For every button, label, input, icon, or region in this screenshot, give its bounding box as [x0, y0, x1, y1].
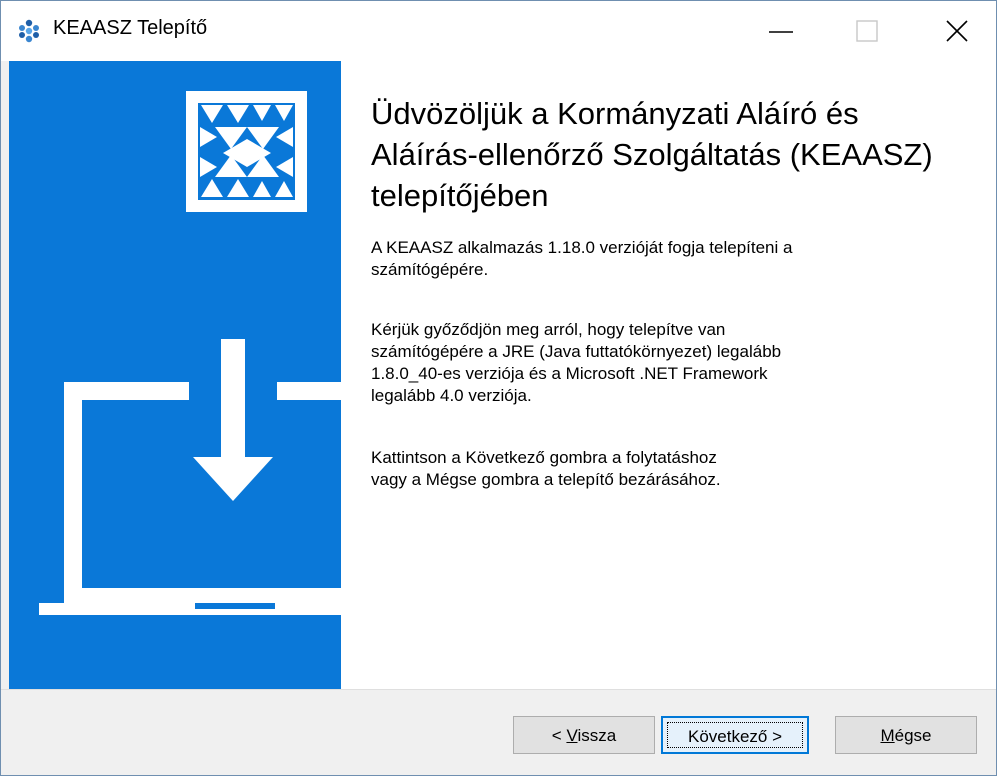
installer-sidebar [9, 61, 341, 689]
download-laptop-icon [39, 339, 341, 615]
sidebar-graphic [39, 91, 341, 615]
installer-window: KEAASZ Telepítő Üdvözöljük a Kormányzati… [0, 0, 997, 776]
maximize-icon [856, 20, 878, 42]
keaasz-logo-icon [19, 19, 39, 43]
instructions-text: Kattintson a Következő gombra a folytatá… [371, 448, 721, 489]
cancel-button[interactable]: Mégse [835, 716, 977, 754]
title-bar[interactable]: KEAASZ Telepítő [1, 1, 996, 61]
back-button[interactable]: < Vissza [513, 716, 655, 754]
cancel-button-label: Mégse [880, 726, 932, 745]
back-button-label: < Vissza [551, 726, 617, 745]
window-title: KEAASZ Telepítő [53, 17, 208, 39]
next-button-label: Következő > [687, 727, 783, 746]
install-version-text: A KEAASZ alkalmazás 1.18.0 verzióját fog… [371, 238, 793, 279]
minimize-icon [769, 31, 793, 33]
next-button[interactable]: Következő > [661, 716, 809, 754]
button-bar: < Vissza Következő > Mégse [1, 689, 996, 775]
minimize-button[interactable] [745, 1, 817, 61]
page-title: Üdvözöljük a Kormányzati Aláíró és Aláír… [371, 96, 933, 213]
welcome-panel: Üdvözöljük a Kormányzati Aláíró és Aláír… [341, 61, 996, 689]
close-button[interactable] [921, 1, 993, 61]
keaasz-emblem-icon [186, 91, 307, 212]
close-icon [946, 20, 968, 42]
prerequisites-text: Kérjük győződjön meg arról, hogy telepít… [371, 320, 782, 405]
maximize-button[interactable] [831, 1, 903, 61]
